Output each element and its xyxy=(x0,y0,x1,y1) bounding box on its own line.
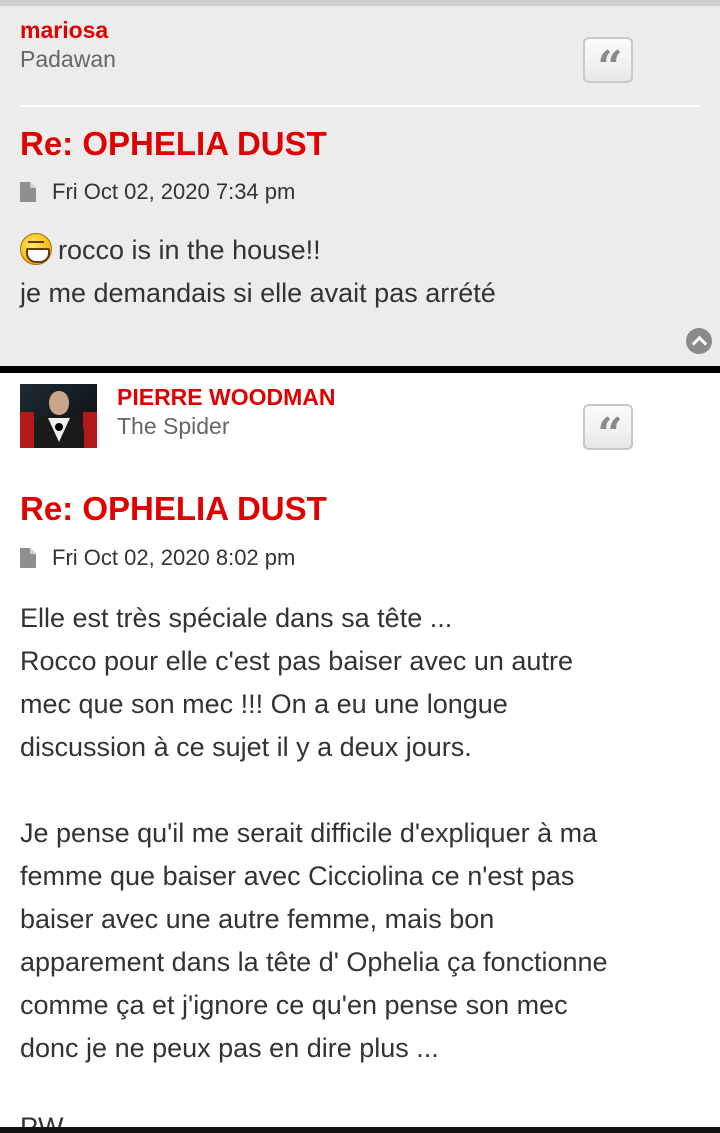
content-line: mec que son mec !!! On a eu une longue xyxy=(20,689,508,719)
chevron-up-icon[interactable] xyxy=(686,328,712,354)
post-author-link[interactable]: mariosa xyxy=(20,17,108,44)
post-meta: Fri Oct 02, 2020 8:02 pm xyxy=(20,545,295,571)
post-author-rank: The Spider xyxy=(117,413,230,439)
file-icon[interactable] xyxy=(20,548,36,568)
laughing-smiley-icon xyxy=(20,233,52,265)
post-title[interactable]: Re: OPHELIA DUST xyxy=(20,490,327,528)
content-line: femme que baiser avec Cicciolina ce n'es… xyxy=(20,861,575,891)
signature-partial: PW xyxy=(20,1117,64,1127)
post-content: rocco is in the house!! je me demandais … xyxy=(20,229,710,315)
post-author-rank: Padawan xyxy=(20,46,116,72)
content-line: donc je ne peux pas en dire plus ... xyxy=(20,1033,439,1063)
content-line: rocco is in the house!! xyxy=(58,235,321,265)
content-line: je me demandais si elle avait pas arrété xyxy=(20,278,496,308)
content-line: Rocco pour elle c'est pas baiser avec un… xyxy=(20,646,573,676)
content-line: Elle est très spéciale dans sa tête ... xyxy=(20,603,453,633)
avatar[interactable] xyxy=(20,384,97,448)
divider xyxy=(0,1127,720,1133)
content-line xyxy=(20,769,710,812)
post-title[interactable]: Re: OPHELIA DUST xyxy=(20,125,327,163)
content-line: discussion à ce sujet il y a deux jours. xyxy=(20,732,472,762)
quote-icon: “ xyxy=(597,409,622,460)
quote-button[interactable]: “ xyxy=(583,404,633,457)
post-meta: Fri Oct 02, 2020 7:34 pm xyxy=(20,179,295,205)
post-date: Fri Oct 02, 2020 8:02 pm xyxy=(52,545,296,570)
post-author-link[interactable]: PIERRE WOODMAN xyxy=(117,384,336,411)
quote-icon: “ xyxy=(597,42,622,93)
content-line: Je pense qu'il me serait difficile d'exp… xyxy=(20,818,598,848)
content-line: comme ça et j'ignore ce qu'en pense son … xyxy=(20,990,568,1020)
post-date: Fri Oct 02, 2020 7:34 pm xyxy=(52,179,296,204)
content-line: baiser avec une autre femme, mais bon xyxy=(20,904,495,934)
content-line: apparement dans la tête d' Ophelia ça fo… xyxy=(20,947,608,977)
file-icon[interactable] xyxy=(20,182,36,202)
quote-button[interactable]: “ xyxy=(583,37,633,90)
post-pierre-woodman: PIERRE WOODMAN The Spider “ Re: OPHELIA … xyxy=(0,373,720,1127)
divider xyxy=(20,105,700,107)
post-content: Elle est très spéciale dans sa tête ... … xyxy=(20,597,710,1070)
post-mariosa: mariosa Padawan “ Re: OPHELIA DUST Fri O… xyxy=(0,0,720,366)
